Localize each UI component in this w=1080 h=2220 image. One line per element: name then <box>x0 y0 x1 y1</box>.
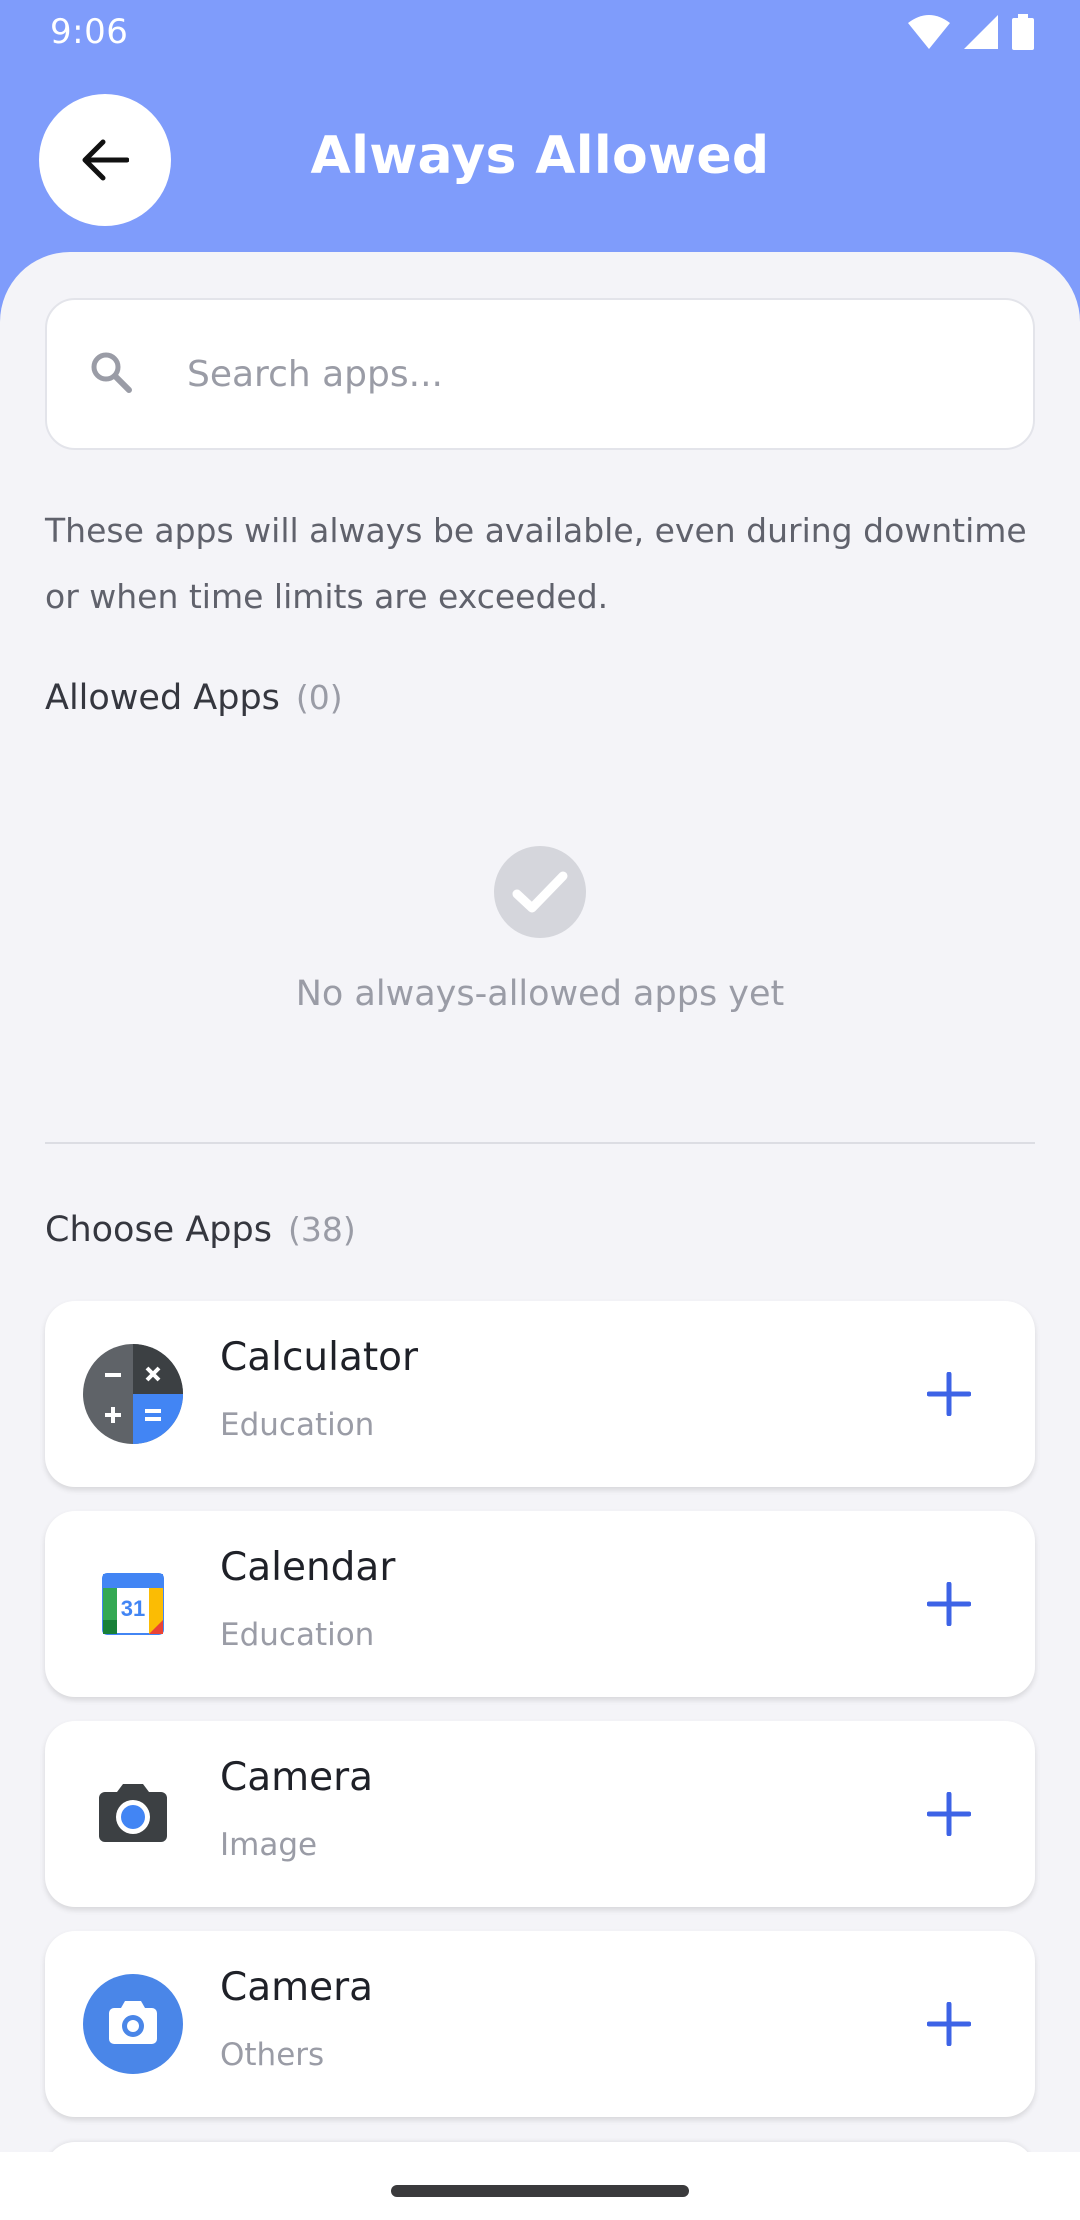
camera-icon <box>99 1784 167 1842</box>
search-icon <box>91 352 132 393</box>
app-category: Image <box>220 1827 318 1863</box>
add-button[interactable] <box>919 1784 979 1844</box>
choose-apps-title: Choose Apps <box>45 1210 272 1250</box>
app-name: Camera <box>220 1965 374 2010</box>
empty-state-text: No always-allowed apps yet <box>295 974 785 1014</box>
home-gesture-handle[interactable] <box>391 2185 689 2197</box>
app-category: Education <box>220 1407 375 1443</box>
search-input[interactable] <box>187 344 987 404</box>
status-time: 9:06 <box>50 12 129 52</box>
app-header: Always Allowed <box>0 64 1080 254</box>
add-button[interactable] <box>919 1364 979 1424</box>
app-category: Others <box>220 2037 325 2073</box>
add-button[interactable] <box>919 1994 979 2054</box>
app-card-calculator[interactable]: Calculator Education <box>45 1301 1035 1487</box>
check-circle-icon <box>494 846 586 938</box>
plus-icon <box>927 1372 971 1416</box>
section-divider <box>45 1142 1035 1144</box>
description-text: These apps will always be available, eve… <box>45 511 1027 616</box>
status-icons <box>908 14 1034 50</box>
camera-blue-icon <box>83 1974 183 2074</box>
calculator-icon <box>83 1344 183 1444</box>
wifi-icon <box>908 15 950 49</box>
calendar-icon: 31 <box>102 1573 164 1635</box>
battery-icon <box>1012 14 1034 50</box>
plus-icon <box>927 1792 971 1836</box>
allowed-apps-title: Allowed Apps <box>45 678 280 718</box>
signal-icon <box>964 15 998 49</box>
navigation-bar <box>0 2152 1080 2220</box>
app-name: Calendar <box>220 1545 396 1590</box>
choose-apps-count: (38) <box>287 1210 356 1249</box>
app-category: Education <box>220 1617 375 1653</box>
allowed-apps-heading: Allowed Apps (0) <box>45 678 343 718</box>
calendar-icon-day: 31 <box>121 1596 145 1621</box>
content-sheet: These apps will always be available, eve… <box>0 252 1080 2202</box>
app-card-calendar[interactable]: 31 Calendar Education <box>45 1511 1035 1697</box>
search-box[interactable] <box>45 298 1035 450</box>
page-title: Always Allowed <box>310 126 770 186</box>
choose-apps-heading: Choose Apps (38) <box>45 1210 356 1250</box>
plus-icon <box>927 2002 971 2046</box>
allowed-apps-count: (0) <box>295 678 343 717</box>
add-button[interactable] <box>919 1574 979 1634</box>
plus-icon <box>927 1582 971 1626</box>
app-name: Calculator <box>220 1335 419 1380</box>
app-card-camera-others[interactable]: Camera Others <box>45 1931 1035 2117</box>
status-bar: 9:06 <box>0 0 1080 64</box>
app-card-camera-image[interactable]: Camera Image <box>45 1721 1035 1907</box>
app-name: Camera <box>220 1755 374 1800</box>
